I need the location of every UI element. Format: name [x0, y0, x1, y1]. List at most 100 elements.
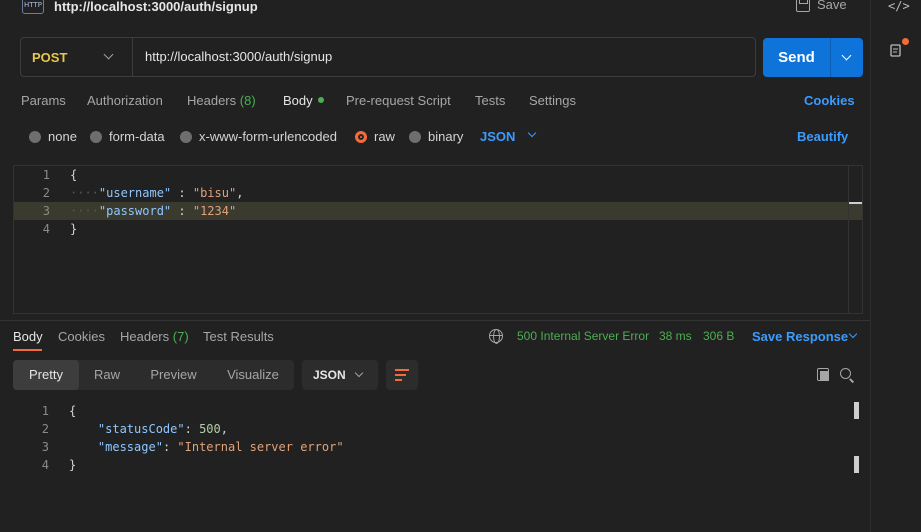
- response-headers-count: (7): [172, 329, 189, 344]
- radio-circle: [90, 130, 102, 143]
- json-comma: ,: [236, 186, 244, 200]
- save-response-button[interactable]: Save Response: [752, 329, 858, 344]
- response-size[interactable]: 306 B: [703, 329, 734, 343]
- view-pretty[interactable]: Pretty: [13, 360, 79, 390]
- code-text: ····"password" : "1234": [70, 204, 237, 218]
- response-format-select[interactable]: JSON: [302, 360, 378, 390]
- url-bar: POST: [20, 37, 756, 77]
- code-icon[interactable]: </>: [888, 0, 910, 15]
- tab-headers-label: Headers: [187, 93, 237, 108]
- json-key: "password": [98, 204, 172, 218]
- panel-divider[interactable]: [0, 320, 870, 321]
- chevron-down-icon: [103, 49, 114, 60]
- save-response-label: Save Response: [752, 329, 849, 344]
- line-number: 3: [41, 440, 49, 454]
- radio-circle: [180, 130, 192, 143]
- search-icon[interactable]: [840, 368, 851, 379]
- line-number: 1: [42, 168, 50, 182]
- body-language-select[interactable]: JSON: [480, 128, 537, 144]
- response-body-viewer[interactable]: 1 { 2 "statusCode": 500, 3 "message": "I…: [13, 402, 861, 482]
- json-key: "message": [97, 440, 163, 454]
- view-raw[interactable]: Raw: [79, 360, 135, 390]
- json-comma: ,: [220, 422, 228, 436]
- radio-circle: [409, 130, 421, 143]
- tab-body-label: Body: [283, 93, 313, 108]
- method-select[interactable]: POST: [21, 38, 133, 76]
- request-title[interactable]: http://localhost:3000/auth/signup: [54, 0, 258, 14]
- code-line: 4 }: [13, 456, 861, 474]
- scrollbar-thumb[interactable]: [854, 402, 859, 419]
- view-preview[interactable]: Preview: [135, 360, 212, 390]
- cookies-link[interactable]: Cookies: [804, 93, 855, 108]
- tab-params[interactable]: Params: [21, 93, 66, 108]
- tab-headers[interactable]: Headers (8): [187, 93, 256, 108]
- body-active-dot: [317, 97, 324, 103]
- tab-test-results[interactable]: Test Results: [203, 329, 274, 344]
- radio-raw-label: raw: [374, 129, 395, 144]
- method-label: POST: [32, 49, 68, 65]
- view-visualize[interactable]: Visualize: [212, 360, 294, 390]
- radio-binary[interactable]: binary: [409, 129, 463, 144]
- tab-pre-request-script[interactable]: Pre-request Script: [346, 93, 451, 108]
- http-request-icon: HTTP: [22, 0, 44, 14]
- tab-response-body[interactable]: Body: [13, 329, 43, 344]
- radio-binary-label: binary: [428, 129, 464, 144]
- scrollbar-thumb[interactable]: [854, 456, 859, 473]
- radio-none[interactable]: none: [29, 129, 77, 144]
- send-label: Send: [778, 49, 815, 66]
- code-text: }: [69, 458, 77, 472]
- json-value: "1234": [192, 204, 237, 218]
- notification-dot: [902, 38, 909, 45]
- tab-tests[interactable]: Tests: [475, 93, 505, 108]
- chevron-down-icon: [527, 128, 537, 138]
- chevron-down-icon: [354, 368, 364, 378]
- code-text: ····"username" : "bisu",: [70, 186, 244, 200]
- send-options-button[interactable]: [830, 38, 863, 77]
- line-number: 4: [42, 222, 50, 236]
- code-text: "message": "Internal server error": [69, 438, 344, 456]
- code-text: "statusCode": 500,: [69, 420, 228, 438]
- save-icon: [796, 0, 810, 12]
- radio-urlencoded[interactable]: x-www-form-urlencoded: [180, 129, 337, 144]
- send-button[interactable]: Send: [763, 38, 863, 77]
- json-separator: :: [171, 186, 193, 200]
- request-body-editor[interactable]: 1 { 2 ····"username" : "bisu", 3 ····"pa…: [13, 165, 863, 314]
- json-value: "bisu": [192, 186, 237, 200]
- json-key: "statusCode": [97, 422, 185, 436]
- code-text: }: [70, 222, 78, 236]
- response-view-toggle: Pretty Raw Preview Visualize: [13, 360, 294, 390]
- radio-none-label: none: [48, 129, 77, 144]
- code-line: 3 "message": "Internal server error": [13, 438, 861, 456]
- line-number: 1: [41, 404, 49, 418]
- copy-icon[interactable]: [817, 368, 829, 381]
- request-panel: HTTP http://localhost:3000/auth/signup S…: [0, 0, 870, 532]
- status-code[interactable]: 500 Internal Server Error: [517, 329, 649, 343]
- tab-response-headers[interactable]: Headers (7): [120, 329, 189, 344]
- radio-form-data[interactable]: form-data: [90, 129, 165, 144]
- url-input[interactable]: [145, 38, 745, 76]
- scrollbar-thumb[interactable]: [849, 202, 862, 204]
- response-time[interactable]: 38 ms: [659, 329, 692, 343]
- headers-count: (8): [239, 93, 256, 108]
- tab-response-cookies[interactable]: Cookies: [58, 329, 105, 344]
- radio-urlencoded-label: x-www-form-urlencoded: [199, 129, 337, 144]
- tab-body[interactable]: Body: [283, 93, 324, 108]
- json-value: "Internal server error": [177, 440, 344, 454]
- json-key: "username": [98, 186, 172, 200]
- globe-icon[interactable]: [489, 329, 503, 344]
- tab-authorization[interactable]: Authorization: [87, 93, 163, 108]
- wrap-icon-line: [395, 374, 406, 376]
- radio-form-data-label: form-data: [109, 129, 165, 144]
- active-tab-indicator: [13, 349, 42, 351]
- radio-raw[interactable]: raw: [355, 129, 395, 144]
- tab-settings[interactable]: Settings: [529, 93, 576, 108]
- wrap-lines-button[interactable]: [386, 360, 418, 390]
- beautify-button[interactable]: Beautify: [797, 129, 848, 144]
- code-text: {: [69, 404, 77, 418]
- json-separator: :: [162, 440, 178, 454]
- save-button[interactable]: Save: [796, 0, 847, 12]
- line-number: 2: [41, 422, 49, 436]
- code-line: 1 {: [14, 166, 862, 184]
- editor-scrollbar[interactable]: [848, 166, 862, 313]
- body-language-label: JSON: [480, 129, 516, 144]
